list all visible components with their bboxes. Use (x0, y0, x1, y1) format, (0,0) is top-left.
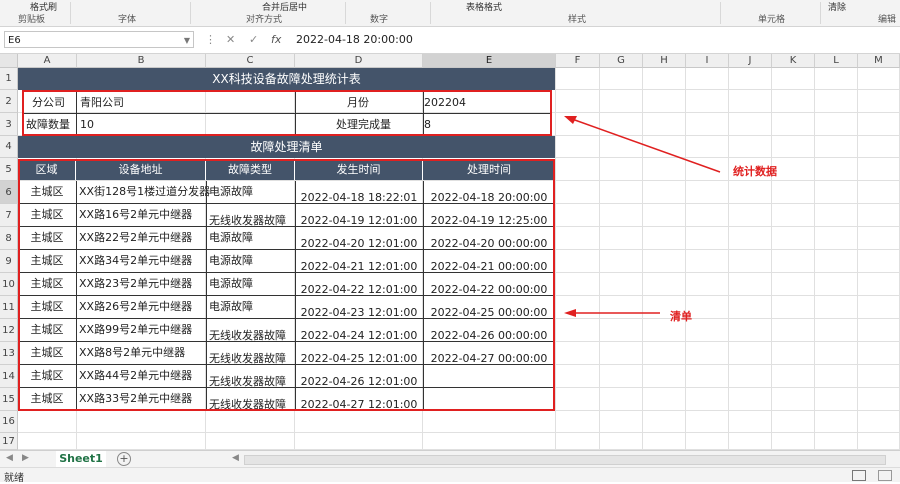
stats-annotation: 统计数据 (733, 165, 777, 178)
page-layout-icon[interactable] (878, 470, 892, 481)
scroll-left-icon[interactable]: ◀ (6, 453, 13, 463)
add-sheet-icon[interactable]: + (117, 452, 131, 466)
status-text: 就绪 (4, 473, 24, 484)
sheet-tab-bar: ◀ ▶ Sheet1 + ◀ (0, 450, 900, 469)
annotation-arrows (564, 116, 721, 317)
list-arrowhead (564, 309, 576, 317)
stats-arrow (571, 118, 721, 173)
scroll-right-icon[interactable]: ▶ (22, 453, 29, 463)
normal-view-icon[interactable] (852, 470, 866, 481)
hscroll-left-icon[interactable]: ◀ (232, 453, 239, 463)
status-bar: 就绪 (0, 467, 900, 484)
list-annotation: 清单 (670, 310, 692, 323)
horizontal-scrollbar[interactable] (244, 455, 886, 465)
